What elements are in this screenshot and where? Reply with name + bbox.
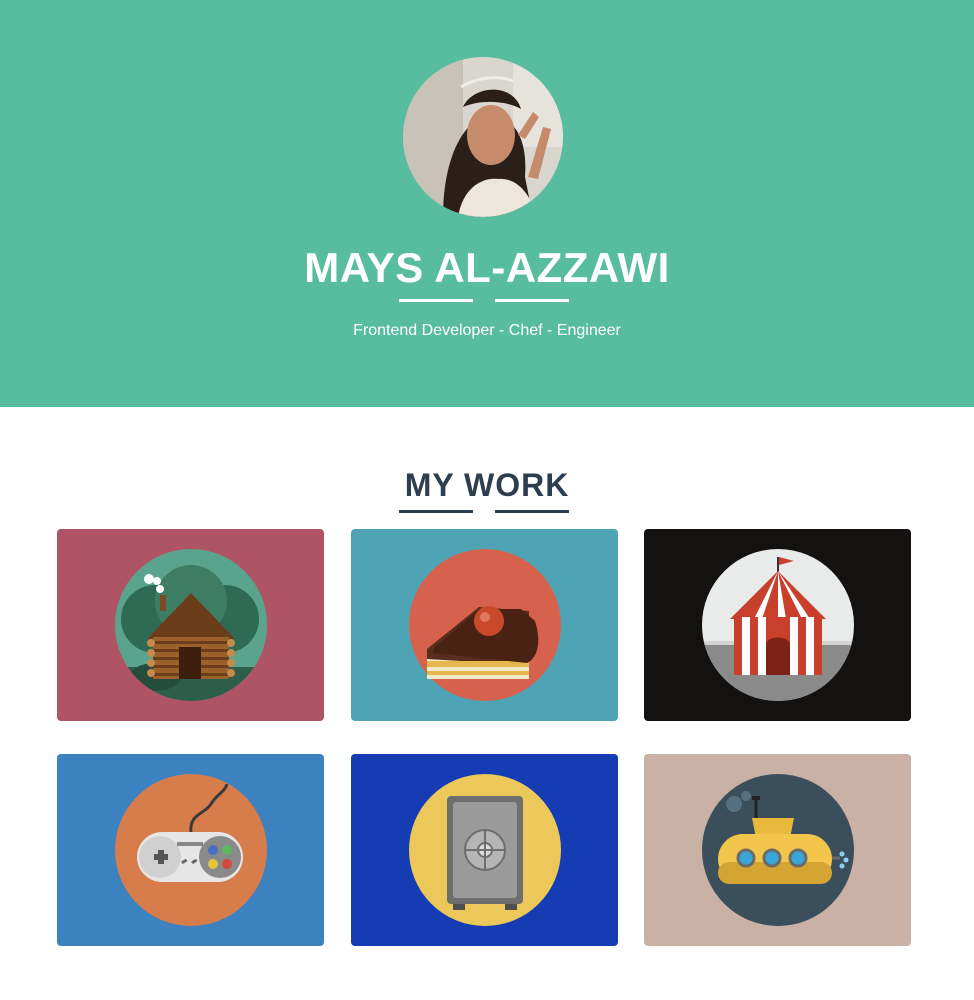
work-card-cabin[interactable] <box>57 529 324 721</box>
work-card-submarine[interactable] <box>644 754 911 946</box>
work-card-safe[interactable] <box>351 754 618 946</box>
safe-icon <box>409 774 561 926</box>
hero-tagline: Frontend Developer - Chef - Engineer <box>353 322 621 339</box>
work-card-cake[interactable] <box>351 529 618 721</box>
profile-avatar <box>403 57 563 217</box>
work-card-controller[interactable] <box>57 754 324 946</box>
circus-tent-icon <box>702 549 854 701</box>
submarine-icon <box>702 774 854 926</box>
work-card-circus[interactable] <box>644 529 911 721</box>
cabin-icon <box>115 549 267 701</box>
hero-divider-right <box>495 299 569 302</box>
cake-icon <box>409 549 561 701</box>
section-divider-left <box>399 510 473 513</box>
hero-divider-left <box>399 299 473 302</box>
game-controller-icon <box>115 774 267 926</box>
hero-name: MAYS AL-AZZAWI <box>304 244 670 291</box>
section-divider-right <box>495 510 569 513</box>
hero-header: MAYS AL-AZZAWI Frontend Developer - Chef… <box>0 0 974 407</box>
section-title: MY WORK <box>404 467 570 503</box>
